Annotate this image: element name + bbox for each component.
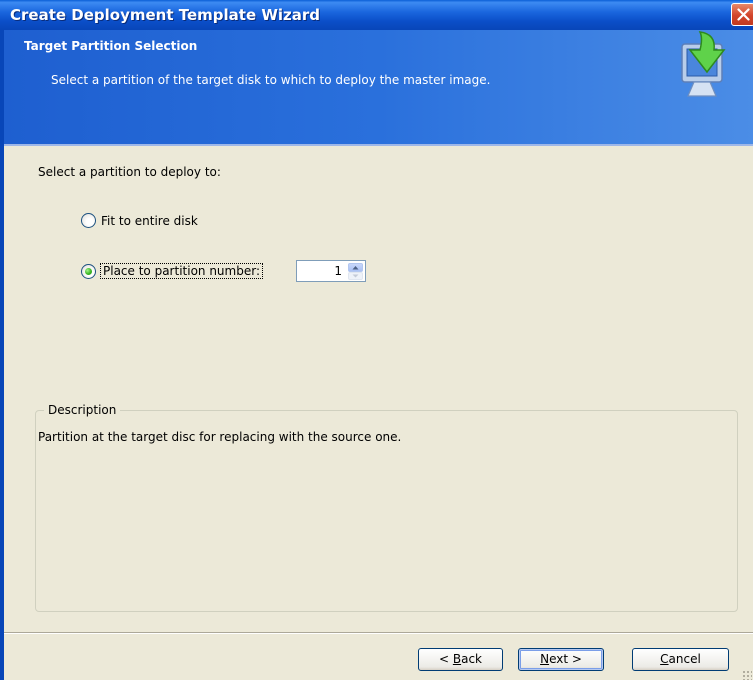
back-rest: ack [461, 652, 482, 666]
back-prefix: < [438, 652, 453, 666]
fit-entire-disk-label[interactable]: Fit to entire disk [101, 214, 198, 228]
button-separator [4, 632, 753, 634]
up-arrow-icon [352, 266, 359, 270]
close-icon [737, 8, 750, 21]
fit-entire-disk-radio[interactable] [81, 213, 96, 228]
partition-number-stepper[interactable]: 1 [296, 260, 366, 282]
description-text: Partition at the target disc for replaci… [38, 430, 402, 444]
window-title: Create Deployment Template Wizard [10, 6, 321, 24]
description-legend: Description [44, 403, 121, 417]
partition-number-value: 1 [334, 264, 342, 278]
next-mnemonic: N [540, 652, 550, 666]
cancel-mnemonic: C [660, 652, 669, 666]
resize-grip[interactable] [742, 670, 752, 680]
page-subtitle: Select a partition of the target disk to… [51, 73, 491, 87]
title-bar[interactable]: Create Deployment Template Wizard [0, 0, 753, 30]
cancel-rest: ancel [668, 652, 701, 666]
partition-prompt: Select a partition to deploy to: [38, 165, 221, 179]
partition-number-label[interactable]: Place to partition number: [100, 263, 263, 279]
next-button[interactable]: Next > [518, 648, 604, 671]
close-button[interactable] [731, 3, 753, 26]
page-title: Target Partition Selection [24, 39, 198, 53]
back-button[interactable]: < Back [418, 648, 503, 671]
down-arrow-icon [352, 274, 359, 278]
back-mnemonic: B [452, 652, 462, 666]
spin-down-button[interactable] [348, 272, 363, 280]
radio-selected-dot [85, 268, 92, 275]
header-divider [4, 144, 753, 146]
cancel-button[interactable]: Cancel [632, 648, 729, 671]
spin-up-button[interactable] [348, 263, 363, 272]
partition-number-radio[interactable] [81, 264, 96, 279]
monitor-green-arrow-icon [681, 31, 726, 97]
next-rest: ext > [549, 652, 582, 666]
